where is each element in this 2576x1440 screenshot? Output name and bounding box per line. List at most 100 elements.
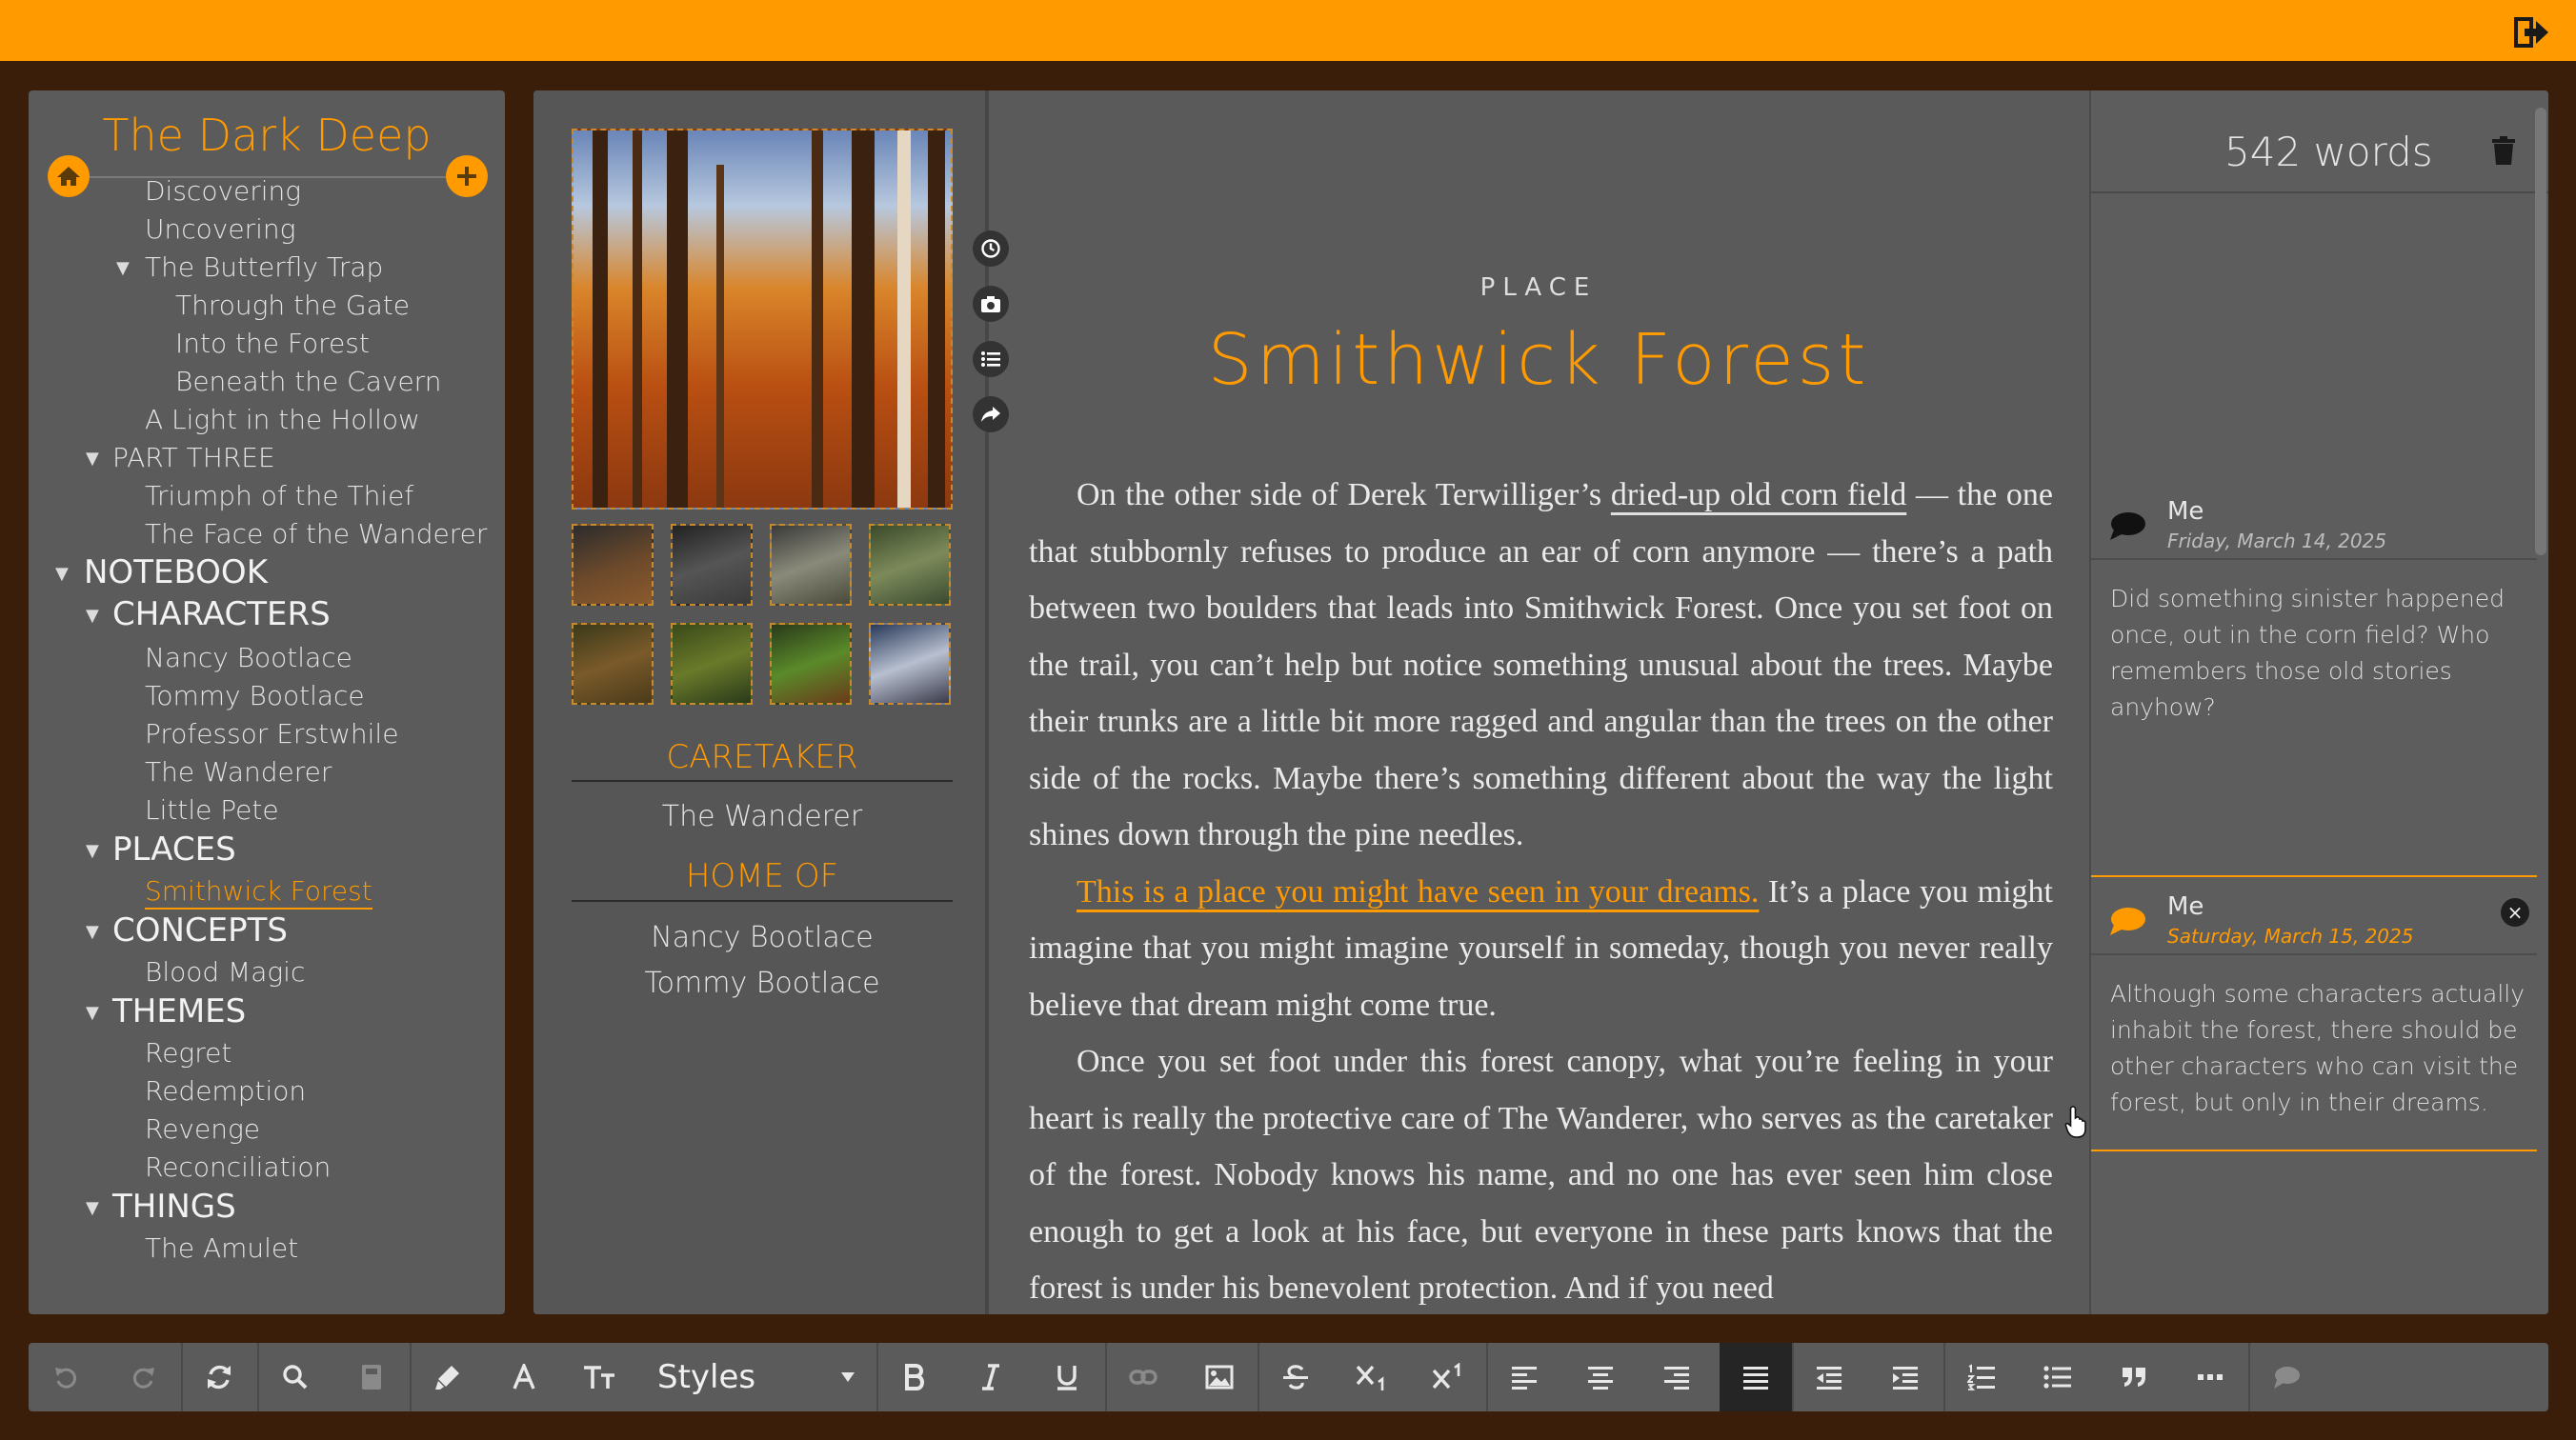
home-button[interactable] <box>48 155 90 197</box>
tree-item[interactable]: Little Pete <box>145 794 279 826</box>
undo-button[interactable] <box>38 1343 95 1411</box>
document-title[interactable]: Smithwick Forest <box>991 319 2086 401</box>
align-right-button[interactable] <box>1648 1343 1705 1411</box>
tree-item[interactable]: Uncovering <box>145 213 295 245</box>
tree-item[interactable]: Triumph of the Thief <box>145 480 413 511</box>
tree-item[interactable]: Redemption <box>145 1075 306 1107</box>
image-button[interactable] <box>1191 1343 1248 1411</box>
indent-button[interactable] <box>1877 1343 1934 1411</box>
font-color-button[interactable] <box>495 1343 553 1411</box>
caret-down-icon[interactable]: ▼ <box>86 1198 99 1218</box>
redo-button[interactable] <box>114 1343 171 1411</box>
comment-text[interactable]: Did something sinister happened once, ou… <box>2110 581 2529 726</box>
thumbnail-image[interactable] <box>671 524 753 606</box>
align-left-button[interactable] <box>1496 1343 1553 1411</box>
logout-icon[interactable] <box>2513 15 2551 50</box>
tree-section[interactable]: PLACES <box>112 830 236 869</box>
notebook-button[interactable] <box>343 1343 400 1411</box>
text-height-icon <box>584 1366 614 1389</box>
numbered-list-button[interactable] <box>1953 1343 2010 1411</box>
tree-section[interactable]: NOTEBOOK <box>84 553 268 591</box>
refresh-button[interactable] <box>191 1343 248 1411</box>
tree-item[interactable]: Tommy Bootlace <box>145 680 365 711</box>
paragraph[interactable]: This is a place you might have seen in y… <box>1029 864 2053 1034</box>
thumbnail-image[interactable] <box>869 623 951 705</box>
link-button[interactable] <box>1115 1343 1172 1411</box>
bullet-list-button[interactable] <box>2029 1343 2086 1411</box>
tree-item[interactable]: Into the Forest <box>175 328 370 359</box>
underline-icon <box>1057 1366 1077 1390</box>
tree-item[interactable]: Blood Magic <box>145 956 305 988</box>
search-button[interactable] <box>267 1343 324 1411</box>
tree-section[interactable]: THEMES <box>112 992 246 1030</box>
tree-item[interactable]: Revenge <box>145 1113 260 1145</box>
align-center-icon <box>1588 1367 1613 1390</box>
tree-item[interactable]: The Amulet <box>145 1232 298 1264</box>
caret-down-icon[interactable]: ▼ <box>116 258 130 278</box>
tree-item[interactable]: PART THREE <box>112 442 275 473</box>
caret-down-icon[interactable]: ▼ <box>55 564 69 584</box>
thumbnail-image[interactable] <box>869 524 951 606</box>
tree-item[interactable]: A Light in the Hollow <box>145 404 420 435</box>
caret-down-icon[interactable]: ▼ <box>86 922 99 942</box>
add-button[interactable] <box>446 155 488 197</box>
blockquote-button[interactable] <box>2105 1343 2163 1411</box>
thumbnail-image[interactable] <box>572 623 654 705</box>
highlight-button[interactable] <box>419 1343 476 1411</box>
bold-button[interactable] <box>886 1343 943 1411</box>
comment-date: Friday, March 14, 2025 <box>2167 530 2387 552</box>
close-comment-button[interactable]: × <box>2501 898 2529 927</box>
tree-item[interactable]: Professor Erstwhile <box>145 718 398 750</box>
strikethrough-icon <box>1283 1365 1308 1390</box>
paragraph[interactable]: Once you set foot under this forest cano… <box>1029 1033 2053 1314</box>
align-center-button[interactable] <box>1572 1343 1629 1411</box>
superscript-button[interactable] <box>1419 1343 1477 1411</box>
underline-button[interactable] <box>1038 1343 1096 1411</box>
tree-item[interactable]: Regret <box>145 1037 231 1069</box>
trash-icon[interactable] <box>2491 136 2516 165</box>
paragraph[interactable]: On the other side of Derek Terwilliger’s… <box>1029 467 2053 864</box>
italic-button[interactable] <box>962 1343 1019 1411</box>
editor[interactable]: PLACE Smithwick Forest On the other side… <box>991 90 2086 1314</box>
document-body[interactable]: On the other side of Derek Terwilliger’s… <box>1029 467 2053 1314</box>
commented-text[interactable]: dried-up old corn field <box>1611 477 1906 512</box>
font-icon <box>513 1364 535 1390</box>
tree-section[interactable]: CHARACTERS <box>112 595 331 633</box>
outdent-button[interactable] <box>1801 1343 1858 1411</box>
caret-down-icon[interactable]: ▼ <box>86 449 99 469</box>
tree-item[interactable]: The Wanderer <box>145 756 332 788</box>
thumbnail-image[interactable] <box>770 524 852 606</box>
subscript-button[interactable] <box>1343 1343 1400 1411</box>
link-icon <box>1129 1370 1157 1385</box>
styles-dropdown[interactable]: Styles <box>648 1343 867 1411</box>
tree-section[interactable]: CONCEPTS <box>112 911 288 950</box>
place-image[interactable] <box>572 129 953 510</box>
tree-item[interactable]: Nancy Bootlace <box>145 642 352 673</box>
tree-item[interactable]: The Butterfly Trap <box>145 251 383 283</box>
tree-item[interactable]: Beneath the Cavern <box>175 366 441 397</box>
comment-text[interactable]: Although some characters actually inhabi… <box>2110 976 2529 1121</box>
home-of-link[interactable]: Tommy Bootlace <box>572 967 953 1000</box>
comment-author: Me <box>2167 892 2204 921</box>
text-size-button[interactable] <box>572 1343 629 1411</box>
strikethrough-button[interactable] <box>1267 1343 1324 1411</box>
tree-item[interactable]: Through the Gate <box>175 290 410 321</box>
bold-icon <box>905 1364 924 1390</box>
tree-item[interactable]: Discovering <box>145 175 301 207</box>
thumbnail-image[interactable] <box>572 524 654 606</box>
thumbnail-image[interactable] <box>770 623 852 705</box>
tree-section[interactable]: THINGS <box>112 1188 236 1226</box>
tree-item-active[interactable]: Smithwick Forest <box>145 875 372 910</box>
commented-text-active[interactable]: This is a place you might have seen in y… <box>1077 874 1759 910</box>
caretaker-link[interactable]: The Wanderer <box>572 800 953 833</box>
tree-item[interactable]: Reconciliation <box>145 1151 331 1183</box>
thumbnail-image[interactable] <box>671 623 753 705</box>
align-justify-button[interactable] <box>1720 1343 1792 1411</box>
add-comment-button[interactable] <box>2258 1343 2315 1411</box>
caret-down-icon[interactable]: ▼ <box>86 606 99 626</box>
home-of-link[interactable]: Nancy Bootlace <box>572 921 953 954</box>
caret-down-icon[interactable]: ▼ <box>86 1003 99 1023</box>
more-button[interactable] <box>2182 1343 2239 1411</box>
caret-down-icon[interactable]: ▼ <box>86 841 99 861</box>
tree-item[interactable]: The Face of the Wanderer <box>145 518 487 550</box>
